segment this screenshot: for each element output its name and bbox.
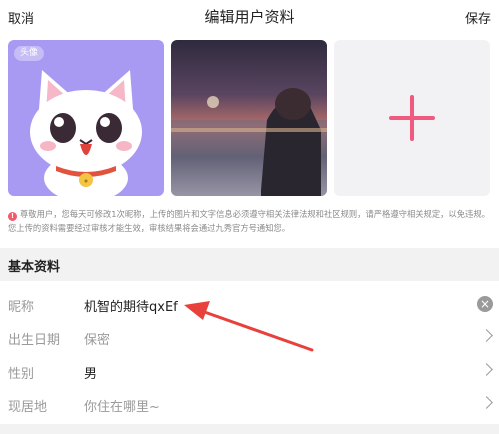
gender-label: 性别 bbox=[8, 367, 35, 382]
add-photo-button[interactable] bbox=[334, 40, 490, 196]
warning-icon: ! bbox=[8, 212, 17, 221]
photo-gallery: 头像 bbox=[0, 40, 499, 196]
night-scene-image bbox=[171, 88, 327, 196]
chevron-right-icon bbox=[480, 329, 493, 342]
user-photo-2[interactable] bbox=[171, 40, 327, 196]
top-bar: 取消 编辑用户资料 保存 bbox=[0, 0, 499, 34]
avatar-photo[interactable]: 头像 bbox=[8, 40, 164, 196]
section-title: 基本资料 bbox=[8, 260, 61, 275]
nickname-input[interactable]: 机智的期待qxEf bbox=[84, 296, 178, 315]
birthday-value: 保密 bbox=[84, 333, 111, 348]
birthday-row[interactable]: 出生日期 保密 bbox=[0, 321, 499, 354]
cat-avatar-image bbox=[30, 70, 142, 196]
avatar-badge: 头像 bbox=[14, 46, 45, 61]
notice-text: ! 尊敬用户，您每天可修改1次昵称，上传的图片和文字信息必须遵守相关法律法规和社区… bbox=[8, 207, 494, 235]
save-button[interactable]: 保存 bbox=[465, 8, 491, 27]
gender-row[interactable]: 性别 男 bbox=[0, 355, 499, 388]
chevron-right-icon bbox=[480, 363, 493, 376]
nickname-row[interactable]: 昵称 机智的期待qxEf × bbox=[0, 288, 499, 321]
page-title: 编辑用户资料 bbox=[204, 8, 295, 26]
location-row[interactable]: 现居地 你住在哪里~ bbox=[0, 388, 499, 421]
nickname-label: 昵称 bbox=[8, 300, 35, 315]
location-value: 你住在哪里~ bbox=[84, 400, 160, 415]
birthday-label: 出生日期 bbox=[8, 333, 61, 348]
clear-icon[interactable]: × bbox=[477, 296, 493, 312]
notice-body: 尊敬用户，您每天可修改1次昵称，上传的图片和文字信息必须遵守相关法律法规和社区规… bbox=[8, 209, 490, 233]
gender-value: 男 bbox=[84, 367, 98, 382]
location-label: 现居地 bbox=[8, 400, 48, 415]
chevron-right-icon bbox=[480, 396, 493, 409]
section-header: 基本资料 bbox=[0, 248, 499, 281]
bottom-divider bbox=[0, 424, 499, 434]
